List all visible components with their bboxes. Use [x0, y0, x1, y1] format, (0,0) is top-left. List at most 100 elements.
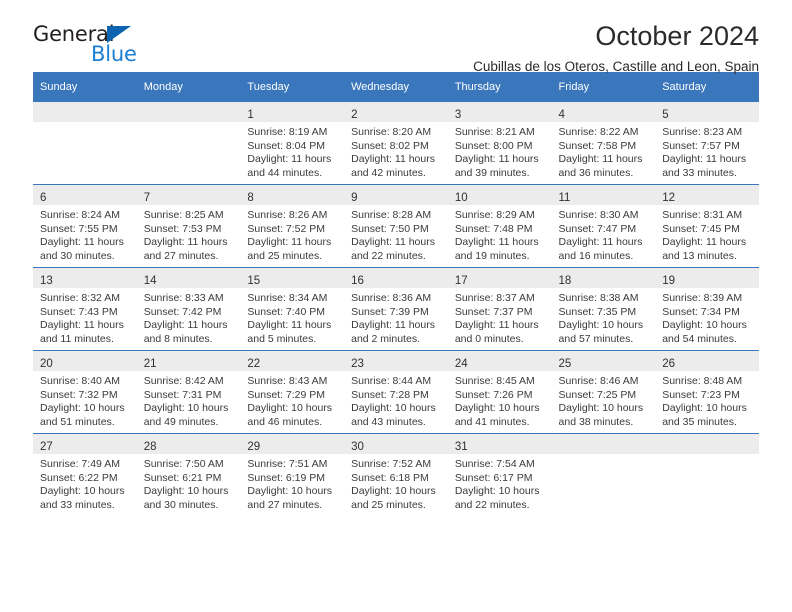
- day-detail-block: [655, 454, 759, 458]
- calendar-day-cell[interactable]: 6 Sunrise: 8:24 AM Sunset: 7:55 PM Daylight…: [33, 184, 137, 268]
- calendar-day-cell[interactable]: 26 Sunrise: 8:48 AM Sunset: 7:23 PM Dayligh…: [655, 350, 759, 434]
- day-number-bar: 31: [447, 434, 552, 454]
- day-number: [144, 109, 147, 121]
- calendar-day-cell[interactable]: 8 Sunrise: 8:26 AM Sunset: 7:52 PM Daylight…: [240, 184, 345, 268]
- calendar-cell-empty: [551, 433, 656, 516]
- calendar-cell-empty: [655, 433, 759, 516]
- day-detail-line: Daylight: 10 hours: [351, 485, 436, 498]
- day-detail-line: Sunrise: 8:28 AM: [351, 209, 432, 221]
- calendar-day-cell[interactable]: 11 Sunrise: 8:30 AM Sunset: 7:47 PM Dayligh…: [551, 184, 656, 268]
- day-number-bar: 6: [33, 185, 137, 205]
- day-detail-line: Sunset: 7:32 PM: [40, 388, 118, 401]
- day-detail-line: Sunrise: 8:38 AM: [558, 292, 639, 304]
- day-detail-line: Sunset: 8:02 PM: [351, 139, 429, 152]
- day-number: 5: [662, 109, 669, 121]
- day-number: [559, 441, 562, 453]
- calendar-body: 1 Sunrise: 8:19 AM Sunset: 8:04 PM Daylight…: [33, 101, 759, 516]
- general-blue-logo[interactable]: General Blue: [33, 22, 153, 68]
- calendar-week-row: 6 Sunrise: 8:24 AM Sunset: 7:55 PM Daylight…: [33, 184, 759, 268]
- day-number: 6: [40, 192, 47, 204]
- calendar-day-cell[interactable]: 9 Sunrise: 8:28 AM Sunset: 7:50 PM Daylight…: [344, 184, 448, 268]
- day-number: 8: [247, 192, 254, 204]
- day-detail-block: Sunrise: 7:50 AM Sunset: 6:21 PM Daylight:…: [137, 454, 241, 512]
- calendar-day-cell[interactable]: 20 Sunrise: 8:40 AM Sunset: 7:32 PM Dayligh…: [33, 350, 137, 434]
- day-detail-line: Sunrise: 7:52 AM: [351, 458, 432, 470]
- day-detail-line: and 54 minutes.: [662, 332, 737, 345]
- day-detail-line: Sunrise: 8:42 AM: [143, 375, 224, 387]
- day-number-bar: 12: [655, 185, 759, 205]
- calendar-day-cell[interactable]: 1 Sunrise: 8:19 AM Sunset: 8:04 PM Daylight…: [240, 101, 345, 185]
- day-detail-line: and 43 minutes.: [351, 415, 426, 428]
- day-number-bar: 19: [655, 268, 759, 288]
- day-detail-line: Sunrise: 8:46 AM: [558, 375, 639, 387]
- calendar-day-cell[interactable]: 23 Sunrise: 8:44 AM Sunset: 7:28 PM Dayligh…: [344, 350, 448, 434]
- day-detail-line: Sunrise: 8:37 AM: [454, 292, 535, 304]
- day-detail-line: Sunrise: 8:26 AM: [247, 209, 328, 221]
- day-detail-line: Sunrise: 7:49 AM: [40, 458, 120, 470]
- day-number-bar: [655, 434, 759, 454]
- day-detail-line: and 27 minutes.: [143, 249, 219, 262]
- day-detail-line: Daylight: 10 hours: [247, 402, 333, 415]
- calendar-week-row: 20 Sunrise: 8:40 AM Sunset: 7:32 PM Dayligh…: [33, 350, 759, 434]
- calendar-day-cell[interactable]: 15 Sunrise: 8:34 AM Sunset: 7:40 PM Dayligh…: [240, 267, 345, 351]
- day-number: [662, 441, 665, 453]
- day-detail-line: and 25 minutes.: [351, 498, 426, 511]
- weekday-header-sunday: Sunday: [33, 72, 137, 102]
- day-number-bar: 2: [344, 102, 448, 122]
- day-detail-line: Sunset: 7:45 PM: [662, 222, 740, 235]
- day-detail-block: Sunrise: 8:24 AM Sunset: 7:55 PM Daylight:…: [33, 205, 137, 263]
- day-number: 1: [247, 109, 254, 121]
- day-number: 31: [454, 441, 468, 453]
- calendar-day-cell[interactable]: 24 Sunrise: 8:45 AM Sunset: 7:26 PM Dayligh…: [447, 350, 552, 434]
- day-detail-block: [552, 454, 656, 458]
- calendar-day-cell[interactable]: 17 Sunrise: 8:37 AM Sunset: 7:37 PM Dayligh…: [447, 267, 552, 351]
- calendar-day-cell[interactable]: 18 Sunrise: 8:38 AM Sunset: 7:35 PM Dayligh…: [551, 267, 656, 351]
- calendar-day-cell[interactable]: 13 Sunrise: 8:32 AM Sunset: 7:43 PM Dayligh…: [33, 267, 137, 351]
- day-number-bar: 18: [551, 268, 656, 288]
- calendar-day-cell[interactable]: 25 Sunrise: 8:46 AM Sunset: 7:25 PM Dayligh…: [551, 350, 656, 434]
- day-detail-line: Sunset: 7:55 PM: [40, 222, 118, 235]
- calendar-day-cell[interactable]: 5 Sunrise: 8:23 AM Sunset: 7:57 PM Daylight…: [655, 101, 759, 185]
- calendar-day-cell[interactable]: 29 Sunrise: 7:51 AM Sunset: 6:19 PM Dayligh…: [240, 433, 345, 516]
- day-detail-line: Daylight: 11 hours: [247, 319, 332, 332]
- day-number-bar: 10: [447, 185, 552, 205]
- calendar-day-cell[interactable]: 7 Sunrise: 8:25 AM Sunset: 7:53 PM Daylight…: [136, 184, 241, 268]
- day-detail-line: and 51 minutes.: [40, 415, 115, 428]
- day-detail-line: Sunset: 7:29 PM: [247, 388, 326, 401]
- day-detail-line: Sunset: 6:18 PM: [351, 471, 429, 484]
- day-number-bar: 23: [344, 351, 448, 371]
- calendar-day-cell[interactable]: 3 Sunrise: 8:21 AM Sunset: 8:00 PM Daylight…: [447, 101, 552, 185]
- calendar-day-cell[interactable]: 2 Sunrise: 8:20 AM Sunset: 8:02 PM Daylight…: [344, 101, 448, 185]
- day-detail-block: Sunrise: 8:26 AM Sunset: 7:52 PM Daylight:…: [240, 205, 344, 263]
- day-number-bar: 26: [655, 351, 759, 371]
- calendar-day-cell[interactable]: 31 Sunrise: 7:54 AM Sunset: 6:17 PM Dayligh…: [447, 433, 552, 516]
- calendar-week-row: 1 Sunrise: 8:19 AM Sunset: 8:04 PM Daylight…: [33, 101, 759, 185]
- calendar-day-cell[interactable]: 14 Sunrise: 8:33 AM Sunset: 7:42 PM Dayligh…: [136, 267, 241, 351]
- day-detail-line: Sunset: 7:35 PM: [558, 305, 637, 318]
- logo-text-blue: Blue: [91, 42, 137, 66]
- calendar-day-cell[interactable]: 28 Sunrise: 7:50 AM Sunset: 6:21 PM Dayligh…: [136, 433, 241, 516]
- day-detail-line: Sunrise: 8:19 AM: [247, 126, 328, 138]
- day-detail-line: Daylight: 10 hours: [662, 319, 747, 332]
- day-detail-block: Sunrise: 8:40 AM Sunset: 7:32 PM Daylight:…: [33, 371, 137, 429]
- day-detail-line: Daylight: 11 hours: [454, 153, 539, 166]
- calendar-day-cell[interactable]: 12 Sunrise: 8:31 AM Sunset: 7:45 PM Dayligh…: [655, 184, 759, 268]
- calendar-day-cell[interactable]: 27 Sunrise: 7:49 AM Sunset: 6:22 PM Dayligh…: [33, 433, 137, 516]
- calendar-day-cell[interactable]: 21 Sunrise: 8:42 AM Sunset: 7:31 PM Dayligh…: [136, 350, 241, 434]
- calendar-day-cell[interactable]: 4 Sunrise: 8:22 AM Sunset: 7:58 PM Daylight…: [551, 101, 656, 185]
- day-detail-line: Daylight: 10 hours: [351, 402, 436, 415]
- day-detail-line: Daylight: 11 hours: [143, 319, 228, 332]
- day-detail-block: Sunrise: 8:29 AM Sunset: 7:48 PM Daylight:…: [448, 205, 552, 263]
- day-number-bar: 1: [240, 102, 345, 122]
- calendar-day-cell[interactable]: 30 Sunrise: 7:52 AM Sunset: 6:18 PM Dayligh…: [344, 433, 448, 516]
- weekday-header-monday: Monday: [136, 72, 241, 102]
- day-detail-line: Sunrise: 8:45 AM: [454, 375, 535, 387]
- calendar-day-cell[interactable]: 10 Sunrise: 8:29 AM Sunset: 7:48 PM Dayligh…: [447, 184, 552, 268]
- day-detail-line: and 30 minutes.: [143, 498, 219, 511]
- day-number: 16: [351, 275, 364, 287]
- calendar-day-cell[interactable]: 22 Sunrise: 8:43 AM Sunset: 7:29 PM Dayligh…: [240, 350, 345, 434]
- calendar-day-cell[interactable]: 19 Sunrise: 8:39 AM Sunset: 7:34 PM Dayligh…: [655, 267, 759, 351]
- day-detail-line: and 41 minutes.: [454, 415, 530, 428]
- calendar-day-cell[interactable]: 16 Sunrise: 8:36 AM Sunset: 7:39 PM Dayligh…: [344, 267, 448, 351]
- day-detail-line: Sunset: 7:26 PM: [454, 388, 533, 401]
